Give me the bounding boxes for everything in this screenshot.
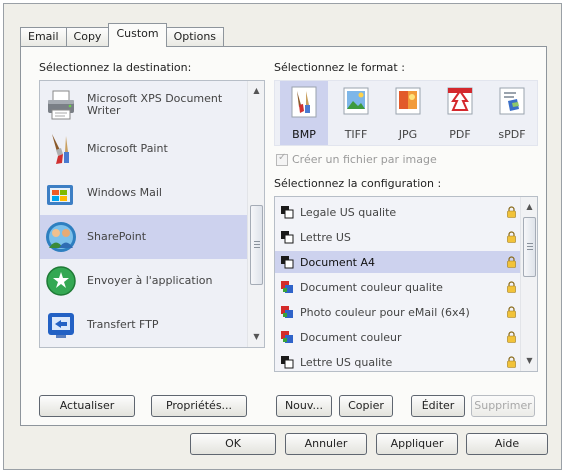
send-to-application-icon (46, 266, 76, 296)
config-item-document-couleur-qualite[interactable]: Document couleur qualite (275, 276, 520, 298)
scroll-thumb[interactable] (523, 217, 536, 277)
config-item-label: Legale US qualite (300, 205, 397, 219)
configuration-scrollbar[interactable]: ▲ ▼ (520, 197, 537, 371)
config-item-label: Lettre US (300, 230, 351, 244)
lock-icon (507, 206, 516, 218)
configuration-label: Sélectionnez la configuration : (274, 177, 442, 190)
config-item-lettre-us[interactable]: Lettre US (275, 226, 520, 248)
config-item-document-a4[interactable]: Document A4 (275, 251, 520, 273)
copy-button[interactable]: Copier (339, 395, 393, 417)
destination-item-label: Envoyer à l'application (87, 274, 213, 287)
black-white-config-icon (281, 206, 294, 219)
destination-item-send-to-application[interactable]: Envoyer à l'application (40, 259, 247, 303)
scroll-down-arrow-icon[interactable]: ▼ (248, 329, 264, 345)
spdf-file-icon (499, 87, 525, 115)
bmp-file-icon (291, 86, 317, 118)
destination-item-label: Transfert FTP (87, 318, 159, 331)
destination-item-paint[interactable]: Microsoft Paint (40, 127, 247, 171)
scroll-thumb[interactable] (250, 205, 263, 285)
format-label-tiff: TIFF (344, 128, 368, 141)
scroll-up-arrow-icon[interactable]: ▲ (521, 199, 537, 215)
format-label-jpg: JPG (398, 128, 418, 141)
config-item-photo-couleur-email[interactable]: Photo couleur pour eMail (6x4) (275, 301, 520, 323)
paint-brush-icon (52, 134, 69, 164)
config-item-legale-us-qualite[interactable]: Legale US qualite (275, 201, 520, 223)
format-label-bmp: BMP (292, 128, 316, 141)
config-item-label: Photo couleur pour eMail (6x4) (300, 305, 470, 319)
one-file-per-image-option: Créer un fichier par image (276, 152, 437, 166)
format-jpg[interactable]: JPG (384, 81, 432, 145)
format-tiff[interactable]: TIFF (332, 81, 380, 145)
config-item-label: Document couleur (300, 330, 402, 344)
black-white-config-icon (281, 356, 294, 369)
tiff-file-icon (343, 87, 369, 115)
ftp-transfer-icon (48, 313, 74, 338)
tab-copy[interactable]: Copy (65, 27, 110, 47)
format-bmp[interactable]: BMP (280, 81, 328, 145)
one-file-per-image-label: Créer un fichier par image (292, 153, 437, 166)
cancel-button[interactable]: Annuler (285, 433, 367, 455)
properties-button[interactable]: Propriétés... (151, 395, 247, 417)
destination-scrollbar[interactable]: ▲ ▼ (247, 81, 264, 347)
lock-icon (507, 331, 516, 343)
config-item-label: Document couleur qualite (300, 280, 443, 294)
scroll-down-arrow-icon[interactable]: ▼ (521, 353, 537, 369)
destination-item-xps-writer[interactable]: Microsoft XPS Document Writer (40, 83, 247, 127)
tab-options[interactable]: Options (165, 27, 225, 47)
help-button[interactable]: Aide (466, 433, 548, 455)
format-label-spdf: sPDF (498, 128, 526, 141)
destination-item-label: Microsoft XPS Document Writer (87, 92, 223, 117)
format-selector: BMP TIFF JPG PDF sPDF (274, 80, 538, 146)
sharepoint-icon (46, 222, 76, 252)
lock-icon (507, 306, 516, 318)
ok-button[interactable]: OK (190, 433, 276, 455)
tab-custom[interactable]: Custom (108, 23, 167, 47)
format-spdf[interactable]: sPDF (488, 81, 536, 145)
dialog-window: Email Copy Custom Options Sélectionnez l… (3, 3, 562, 470)
color-config-icon (281, 281, 293, 293)
lock-icon (507, 356, 516, 368)
printer-icon (48, 90, 74, 120)
destination-item-ftp-transfer[interactable]: Transfert FTP (40, 303, 247, 347)
config-item-lettre-us-qualite[interactable]: Lettre US qualite (275, 351, 520, 371)
destination-list[interactable]: Microsoft XPS Document Writer Microsoft … (39, 80, 265, 348)
apply-button[interactable]: Appliquer (376, 433, 458, 455)
one-file-per-image-checkbox[interactable] (276, 152, 288, 166)
scroll-up-arrow-icon[interactable]: ▲ (248, 83, 264, 99)
lock-icon (507, 281, 516, 293)
format-label: Sélectionnez le format : (274, 61, 405, 74)
tab-email[interactable]: Email (20, 27, 67, 47)
destination-label: Sélectionnez la destination: (39, 61, 192, 74)
color-config-icon (281, 331, 293, 343)
lock-icon (507, 256, 516, 268)
tab-strip: Email Copy Custom Options (20, 23, 225, 47)
jpg-file-icon (395, 87, 421, 115)
color-config-icon (281, 306, 293, 318)
format-pdf[interactable]: PDF (436, 81, 484, 145)
destination-item-sharepoint[interactable]: SharePoint (40, 215, 247, 259)
configuration-list[interactable]: Legale US qualite Lettre US Document A4 … (274, 196, 538, 372)
config-item-label: Document A4 (300, 255, 376, 269)
custom-tab-panel: Sélectionnez la destination: Microsoft X… (20, 46, 547, 426)
edit-button[interactable]: Éditer (411, 395, 465, 417)
config-item-document-couleur[interactable]: Document couleur (275, 326, 520, 348)
config-item-label: Lettre US qualite (300, 355, 393, 369)
destination-item-label: Microsoft Paint (87, 142, 168, 155)
black-white-config-icon (281, 231, 294, 244)
destination-item-label: Windows Mail (87, 186, 162, 199)
new-button[interactable]: Nouv... (276, 395, 332, 417)
destination-item-windows-mail[interactable]: Windows Mail (40, 171, 247, 215)
format-label-pdf: PDF (449, 128, 471, 141)
refresh-button[interactable]: Actualiser (39, 395, 135, 417)
pdf-file-icon (447, 87, 473, 115)
delete-button[interactable]: Supprimer (471, 395, 535, 417)
windows-mail-icon (47, 185, 73, 205)
black-white-config-icon (281, 256, 294, 269)
lock-icon (507, 231, 516, 243)
destination-item-label: SharePoint (87, 230, 147, 243)
